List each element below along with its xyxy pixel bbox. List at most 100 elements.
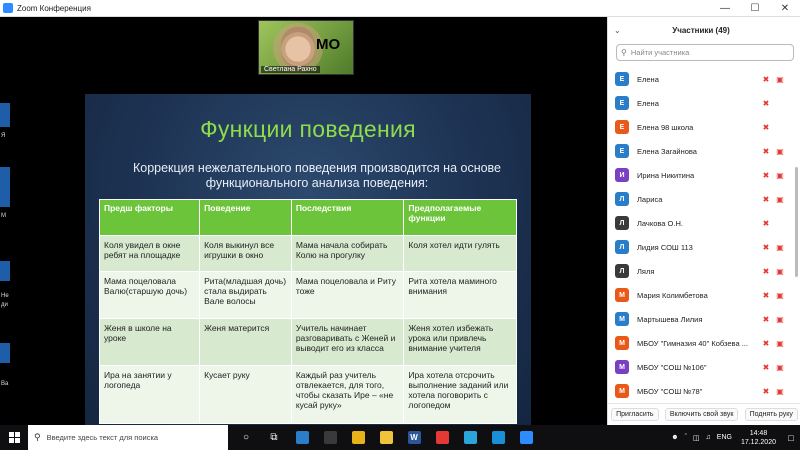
participant-item[interactable]: М МБОУ "СОШ №78" ✖ ▣ [608, 379, 794, 403]
notification-icon[interactable]: □ [782, 433, 800, 443]
mic-muted-icon: ✖ [762, 98, 770, 108]
participant-name: Мария Колимбетова [637, 290, 708, 300]
participant-avatar: М [615, 288, 629, 302]
file-explorer-icon[interactable] [372, 425, 400, 450]
participant-item[interactable]: Е Елена 98 школа ✖ [608, 115, 794, 139]
participant-list-scrollbar[interactable] [795, 167, 798, 277]
video-off-icon: ▣ [776, 314, 784, 324]
chrome-icon[interactable] [344, 425, 372, 450]
taskbar-clock[interactable]: 14:48 17.12.2020 [735, 429, 782, 447]
windows-logo-icon [8, 432, 20, 443]
mic-muted-icon: ✖ [762, 266, 770, 276]
minimize-button[interactable]: — [710, 0, 740, 17]
system-tray: ☻ ˆ ◫ ♫ ENG 14:48 17.12.2020 □ [668, 425, 800, 450]
zoom-app-icon[interactable] [512, 425, 540, 450]
desktop-icon-fragment [0, 103, 10, 127]
search-icon: ⚲ [34, 432, 41, 442]
title-bar: Zoom Конференция — ☐ ✕ [0, 0, 800, 17]
unmute-self-button[interactable]: Включить свой звук [664, 408, 739, 421]
video-off-icon: ▣ [776, 146, 784, 156]
table-cell: Каждый раз учитель отвлекается, для того… [290, 365, 405, 424]
zoom-window: Zoom Конференция — ☐ ✕ Я М Не ди Ва МО С… [0, 0, 800, 450]
video-off-icon: ▣ [776, 74, 784, 84]
participant-name: Лидия СОШ 113 [637, 242, 693, 252]
person-icon[interactable]: ☻ [668, 434, 681, 441]
participant-item[interactable]: М Мария Колимбетова ✖ ▣ [608, 283, 794, 307]
task-view-icon[interactable]: ⧉ [260, 425, 288, 450]
participant-item[interactable]: И Ирина Никитина ✖ ▣ [608, 163, 794, 187]
participant-item[interactable]: Е Елена Загайнова ✖ ▣ [608, 139, 794, 163]
video-off-icon: ▣ [776, 242, 784, 252]
yandex-icon[interactable] [428, 425, 456, 450]
paint-icon[interactable] [456, 425, 484, 450]
participant-item[interactable]: Л Лариса ✖ ▣ [608, 187, 794, 211]
volume-icon[interactable]: ♫ [703, 434, 714, 441]
slide-table: Предш факторы Поведение Последствия Пред… [98, 199, 517, 424]
participant-name: Ирина Никитина [637, 170, 695, 180]
participant-item[interactable]: Л Лидия СОШ 113 ✖ ▣ [608, 235, 794, 259]
table-cell: Рита(младшая дочь) стала выдирать Вале в… [199, 271, 292, 319]
table-cell: Мама начала собирать Колю на прогулку [290, 235, 405, 272]
mic-muted-icon: ✖ [762, 146, 770, 156]
edge-legacy-icon[interactable] [316, 425, 344, 450]
word-icon[interactable]: W [400, 425, 428, 450]
table-header-cell: Предш факторы [98, 199, 201, 236]
chevron-down-icon[interactable]: ⌄ [614, 26, 628, 35]
participant-name: МБОУ "СОШ №78" [637, 386, 703, 396]
participant-video-thumbnail[interactable]: МО Светлана Рахно [258, 20, 354, 75]
participant-item[interactable]: М МБОУ "СОШ №106" ✖ ▣ [608, 355, 794, 379]
maximize-button[interactable]: ☐ [740, 0, 770, 17]
table-header-row: Предш факторы Поведение Последствия Пред… [98, 199, 517, 236]
input-language[interactable]: ENG [714, 434, 735, 441]
video-off-icon: ▣ [776, 338, 784, 348]
video-off-icon: ▣ [776, 266, 784, 276]
invite-button[interactable]: Пригласить [611, 408, 659, 421]
participant-item[interactable]: Л Ляля ✖ ▣ [608, 259, 794, 283]
table-cell: Женя в школе на уроке [98, 318, 201, 366]
cortana-icon[interactable]: ○ [232, 425, 260, 450]
participant-item[interactable]: Е Елена ✖ ▣ [608, 67, 794, 91]
word-icon-glyph: W [407, 431, 421, 444]
table-row: Коля увидел в окне ребят на площадке Кол… [98, 235, 517, 272]
desktop-label-fragment: Не [1, 293, 9, 299]
participant-search-input[interactable]: ⚲ Найти участника [616, 44, 794, 61]
desktop-icon-fragment [0, 167, 10, 207]
participant-avatar: Е [615, 144, 629, 158]
windows-taskbar: ⚲ Введите здесь текст для поиска ○ ⧉ W ☻ ˆ… [0, 425, 800, 450]
participant-name: Елена [637, 74, 659, 84]
zoom-logo-icon [3, 3, 13, 13]
window-controls: — ☐ ✕ [710, 0, 800, 17]
table-cell: Коля выкинул все игрушки в окно [199, 235, 292, 272]
start-button[interactable] [0, 425, 28, 450]
video-person-face [281, 27, 315, 67]
table-cell: Мама поцеловала и Риту тоже [290, 271, 405, 319]
photos-app-icon[interactable] [288, 425, 316, 450]
participant-name: Лариса [637, 194, 663, 204]
paint-icon-glyph [463, 431, 477, 444]
close-button[interactable]: ✕ [770, 0, 800, 17]
mic-muted-icon: ✖ [762, 170, 770, 180]
mic-muted-icon: ✖ [762, 122, 770, 132]
participant-avatar: Л [615, 264, 629, 278]
yandex-icon-glyph [435, 431, 449, 444]
participant-item[interactable]: Е Елена ✖ [608, 91, 794, 115]
participant-item[interactable]: М МБОУ "Гимназия 40" Кобзева ... ✖ ▣ [608, 331, 794, 355]
taskbar-search-placeholder: Введите здесь текст для поиска [46, 433, 159, 442]
edge-icon[interactable] [484, 425, 512, 450]
participant-name: Елена Загайнова [637, 146, 697, 156]
raise-hand-button[interactable]: Поднять руку [744, 408, 798, 421]
chevron-up-icon[interactable]: ˆ [682, 434, 690, 441]
participant-avatar: И [615, 168, 629, 182]
participant-item[interactable]: Л Лачкова О.Н. ✖ [608, 211, 794, 235]
desktop-peek-strip: Я М Не ди Ва [0, 17, 12, 425]
slide-title: Функции поведения [200, 116, 416, 142]
participant-item[interactable]: М Мартышева Лилия ✖ ▣ [608, 307, 794, 331]
taskbar-search-input[interactable]: ⚲ Введите здесь текст для поиска [28, 425, 228, 450]
table-cell: Женя хотел избежать урока или привлечь в… [403, 318, 517, 366]
meeting-area: Я М Не ди Ва МО Светлана Рахно Функции п… [0, 17, 607, 427]
zoom-app-icon-glyph [519, 431, 533, 444]
participant-name: Елена [637, 98, 659, 108]
network-icon[interactable]: ◫ [690, 434, 703, 442]
mic-muted-icon: ✖ [762, 74, 770, 84]
participant-list: Е Елена ✖ ▣ Е Елена ✖ Е Елена 98 школа ✖ Е Елена За… [608, 67, 794, 403]
